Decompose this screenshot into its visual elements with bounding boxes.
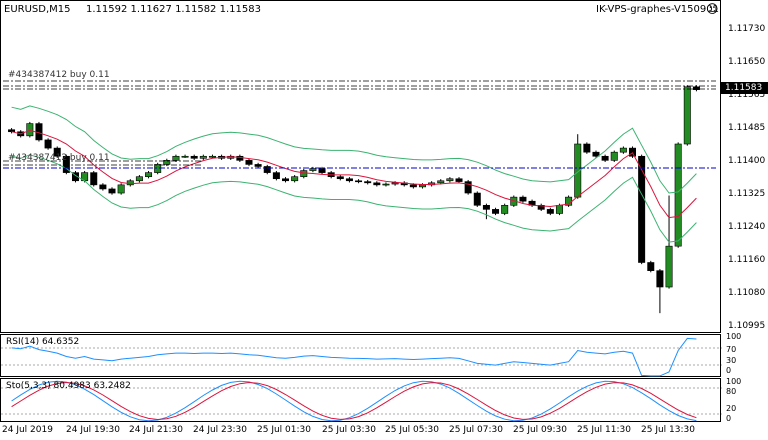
candle-body	[272, 172, 280, 180]
price-tick-label: 1.11485	[728, 123, 766, 133]
server-label: IK-VPS-graphes-V150901	[596, 4, 719, 15]
candle-body	[437, 180, 445, 184]
price-tick-label: 1.11400	[728, 156, 766, 166]
candle-body	[90, 172, 98, 186]
candle-body	[665, 245, 673, 288]
price-tick-label: 1.11565	[728, 90, 766, 100]
price-tick-label: 1.11730	[728, 24, 766, 34]
stochastic-tick-label: 80	[726, 387, 737, 396]
candle-body	[610, 151, 618, 161]
candle-body	[355, 180, 363, 183]
candle-body	[501, 204, 509, 214]
candle-body	[473, 192, 481, 206]
candle-body	[199, 155, 207, 159]
time-tick-label: 25 Jul 05:30	[385, 425, 439, 435]
candle-body	[382, 183, 390, 186]
candle-body	[629, 147, 637, 157]
price-tick-label: 1.11650	[728, 57, 766, 67]
candle-body	[263, 166, 271, 173]
candle-body	[683, 86, 691, 145]
candle-body	[208, 155, 216, 158]
candle-body	[656, 270, 664, 288]
candle-body	[601, 155, 609, 161]
candle-body	[291, 176, 299, 182]
candle-body	[446, 178, 454, 182]
price-tick-label: 1.11240	[728, 222, 766, 232]
price-tick-label: 1.11080	[728, 288, 766, 298]
candle-body	[26, 123, 34, 137]
candle-body	[135, 176, 143, 182]
symbol-label: EURUSD,M15	[4, 4, 71, 15]
candle-body	[282, 178, 290, 182]
candle-body	[254, 164, 262, 167]
stochastic-tick-label: 0	[726, 414, 732, 423]
price-tick-label: 1.11325	[728, 189, 766, 199]
candle-body	[638, 155, 646, 263]
time-tick-label: 24 Jul 2019	[2, 425, 53, 435]
price-chart-svg[interactable]	[1, 1, 722, 334]
candle-body	[181, 155, 189, 158]
price-tick-label: 1.11160	[728, 255, 766, 265]
candle-body	[409, 184, 417, 188]
candle-body	[546, 209, 554, 214]
order-label-mid: #434387412 buy 0.11	[8, 153, 110, 163]
stochastic-tick-label: 20	[726, 404, 737, 413]
price-tick-label: 1.10995	[728, 321, 766, 331]
rsi-tick-label: 0	[726, 366, 732, 375]
candle-body	[555, 204, 563, 214]
candle-body	[345, 178, 353, 182]
candle-body	[172, 155, 180, 161]
rsi-line	[11, 337, 697, 377]
candle-body	[674, 143, 682, 247]
order-label-top: #434387412 buy 0.11	[8, 70, 110, 80]
ohlc-values: 1.11592 1.11627 1.11582 1.11583	[86, 4, 261, 15]
candle-body	[44, 139, 52, 149]
candle-body	[492, 209, 500, 214]
stochastic-tick-label: 100	[726, 377, 742, 386]
candle-body	[8, 129, 16, 133]
candle-body	[373, 182, 381, 186]
candle-body	[647, 262, 655, 271]
candle-body	[154, 164, 162, 173]
rsi-tick-label: 30	[726, 356, 737, 365]
rsi-tick-label: 100	[726, 332, 742, 341]
candle-body	[592, 151, 600, 157]
time-tick-label: 25 Jul 11:30	[577, 425, 631, 435]
time-tick-label: 24 Jul 19:30	[66, 425, 120, 435]
candle-body	[482, 204, 490, 210]
rsi-chart-svg	[1, 337, 722, 377]
candle-body	[99, 184, 107, 190]
candle-body	[364, 181, 372, 184]
rsi-title: RSI(14) 64.6352	[6, 337, 80, 347]
candle-body	[418, 184, 426, 188]
stochastic-title: Sto(5,3,3) 80.4983 63.2482	[6, 381, 131, 391]
rsi-panel[interactable]	[0, 334, 722, 377]
rsi-tick-label: 70	[726, 345, 737, 354]
time-tick-label: 25 Jul 09:30	[513, 425, 567, 435]
candle-body	[519, 196, 527, 202]
candle-body	[117, 184, 125, 194]
time-tick-label: 24 Jul 23:30	[193, 425, 247, 435]
time-tick-label: 25 Jul 01:30	[257, 425, 311, 435]
candle-body	[145, 172, 153, 177]
candle-body	[391, 182, 399, 185]
candle-body	[190, 155, 198, 159]
time-tick-label: 25 Jul 13:30	[641, 425, 695, 435]
candle-body	[309, 168, 317, 171]
candle-body	[619, 147, 627, 153]
candle-body	[300, 170, 308, 177]
time-tick-label: 25 Jul 03:30	[322, 425, 376, 435]
candle-body	[318, 168, 326, 173]
time-tick-label: 25 Jul 07:30	[449, 425, 503, 435]
candle-body	[583, 143, 591, 153]
candle-body	[108, 188, 116, 194]
price-chart-panel[interactable]	[0, 0, 721, 333]
candle-body	[455, 178, 463, 182]
candle-body	[336, 176, 344, 180]
candle-body	[126, 180, 134, 186]
time-tick-label: 24 Jul 21:30	[129, 425, 183, 435]
candle-body	[245, 160, 253, 165]
smiley-icon: ☺	[706, 2, 719, 16]
